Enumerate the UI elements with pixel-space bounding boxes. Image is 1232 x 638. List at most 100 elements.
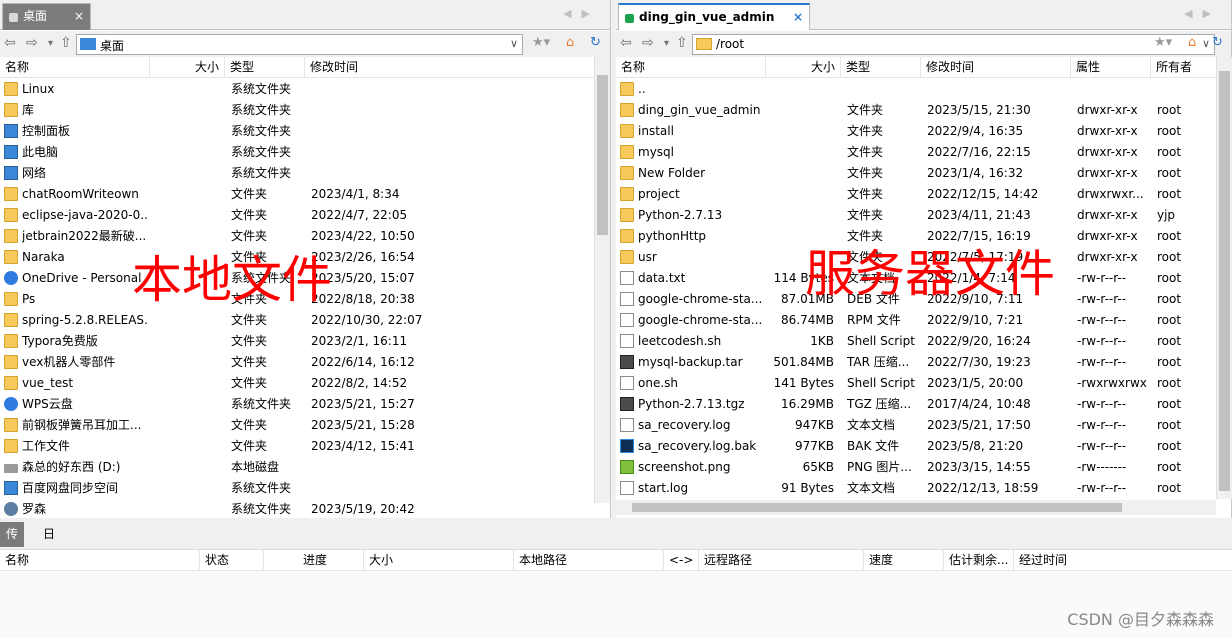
scrollbar-thumb[interactable] <box>1219 71 1230 491</box>
col-attributes[interactable]: 属性 <box>1071 57 1151 78</box>
close-icon[interactable]: × <box>793 5 803 30</box>
cell-mtime: 2022/7/16, 22:15 <box>927 145 1031 159</box>
chevron-down-icon[interactable]: ▾ <box>664 38 669 49</box>
cell-size <box>766 121 834 142</box>
file-row[interactable]: 库 系统文件夹 <box>0 100 595 121</box>
col-local-path[interactable]: 本地路径 <box>514 550 664 571</box>
tab-log[interactable]: 日志 <box>37 522 61 566</box>
file-row[interactable]: eclipse-java-2020-0... 文件夹 2022/4/7, 22:05 <box>0 205 595 226</box>
file-row[interactable]: .. <box>616 79 1216 100</box>
back-icon[interactable]: ⇦ <box>620 35 632 51</box>
file-row[interactable]: ding_gin_vue_admin 文件夹 2023/5/15, 21:30 drw… <box>616 100 1216 121</box>
col-mtime[interactable]: 修改时间 <box>305 57 595 78</box>
chevron-down-icon[interactable]: ▾ <box>48 38 53 49</box>
transfer-column-header: 名称 状态 进度 大小 本地路径 <-> 远程路径 速度 估计剩余... 经过时… <box>0 549 1232 571</box>
refresh-icon[interactable]: ↻ <box>1212 35 1223 50</box>
col-eta[interactable]: 估计剩余... <box>944 550 1014 571</box>
col-elapsed[interactable]: 经过时间 <box>1014 550 1232 571</box>
col-owner[interactable]: 所有者 <box>1151 57 1216 78</box>
col-progress[interactable]: 进度 <box>298 550 364 571</box>
col-name[interactable]: 名称 <box>0 550 200 571</box>
col-type[interactable]: 类型 <box>841 57 921 78</box>
file-row[interactable]: Python-2.7.13 文件夹 2023/4/11, 21:43 drwxr-xr… <box>616 205 1216 226</box>
file-row[interactable]: chatRoomWriteown 文件夹 2023/4/1, 8:34 <box>0 184 595 205</box>
file-row[interactable]: 此电脑 系统文件夹 <box>0 142 595 163</box>
file-row[interactable]: 控制面板 系统文件夹 <box>0 121 595 142</box>
file-row[interactable]: Python-2.7.13.tgz 16.29MB TGZ 压缩... 2017/4/… <box>616 394 1216 415</box>
file-row[interactable]: sa_recovery.log 947KB 文本文档 2023/5/21, 17:50… <box>616 415 1216 436</box>
file-row[interactable]: jetbrain2022最新破... 文件夹 2023/4/22, 10:50 <box>0 226 595 247</box>
col-size[interactable]: 大小 <box>766 57 841 78</box>
back-icon[interactable]: ⇦ <box>4 35 16 51</box>
tab-remote-session[interactable]: ding_gin_vue_admin × <box>618 3 810 30</box>
file-row[interactable]: 工作文件 文件夹 2023/4/12, 15:41 <box>0 436 595 457</box>
refresh-icon[interactable]: ↻ <box>590 35 601 50</box>
file-row[interactable]: sa_recovery.log.bak 977KB BAK 文件 2023/5/8, … <box>616 436 1216 457</box>
col-name[interactable]: 名称 <box>0 57 150 78</box>
forward-icon[interactable]: ⇨ <box>642 35 654 51</box>
local-path-input[interactable]: 桌面 ∨ <box>76 34 523 55</box>
file-row[interactable]: spring-5.2.8.RELEAS... 文件夹 2022/10/30, 22:… <box>0 310 595 331</box>
file-row[interactable]: one.sh 141 Bytes Shell Script 2023/1/5, 20:… <box>616 373 1216 394</box>
file-row[interactable]: 网络 系统文件夹 <box>0 163 595 184</box>
col-size[interactable]: 大小 <box>364 550 514 571</box>
file-row[interactable]: 前钢板弹簧吊耳加工... 文件夹 2023/5/21, 15:28 <box>0 415 595 436</box>
cell-name: mysql-backup.tar <box>638 355 743 369</box>
cell-size <box>766 205 834 226</box>
file-row[interactable]: start.log 91 Bytes 文本文档 2022/12/13, 18:59 -r… <box>616 478 1216 499</box>
up-icon[interactable]: ⇧ <box>676 35 688 51</box>
up-icon[interactable]: ⇧ <box>60 35 72 51</box>
file-row[interactable]: leetcodesh.sh 1KB Shell Script 2022/9/20, 1… <box>616 331 1216 352</box>
col-speed[interactable]: 速度 <box>864 550 944 571</box>
close-icon[interactable]: × <box>74 4 84 29</box>
file-row[interactable]: install 文件夹 2022/9/4, 16:35 drwxr-xr-x root <box>616 121 1216 142</box>
cell-size <box>150 163 220 184</box>
col-type[interactable]: 类型 <box>225 57 305 78</box>
file-row[interactable]: project 文件夹 2022/12/15, 14:42 drwxrwxr... ro… <box>616 184 1216 205</box>
tab-transfer[interactable]: 传输 <box>0 522 25 566</box>
col-status[interactable]: 状态 <box>200 550 264 571</box>
chevron-down-icon[interactable]: ∨ <box>1202 37 1210 50</box>
tab-local-desktop[interactable]: 桌面 × <box>2 3 91 30</box>
file-row[interactable]: vue_test 文件夹 2022/8/2, 14:52 <box>0 373 595 394</box>
bookmark-star-icon[interactable]: ★▾ <box>1154 35 1172 50</box>
tab-scroll-arrows[interactable]: ◀▶ <box>1184 7 1221 20</box>
file-row[interactable]: google-chrome-sta... 86.74MB RPM 文件 2022/9/… <box>616 310 1216 331</box>
file-row[interactable]: Typora免费版 文件夹 2023/2/1, 16:11 <box>0 331 595 352</box>
folder-icon <box>4 187 18 201</box>
col-direction[interactable]: <-> <box>664 550 699 571</box>
file-row[interactable]: vex机器人零部件 文件夹 2022/6/14, 16:12 <box>0 352 595 373</box>
file-row[interactable]: mysql 文件夹 2022/7/16, 22:15 drwxr-xr-x root <box>616 142 1216 163</box>
cell-name: 网络 <box>22 166 47 180</box>
file-row[interactable]: mysql-backup.tar 501.84MB TAR 压缩... 2022/7/… <box>616 352 1216 373</box>
file-row[interactable]: 森总的好东西 (D:) 本地磁盘 <box>0 457 595 478</box>
home-icon[interactable]: ⌂ <box>566 35 574 50</box>
local-vertical-scrollbar[interactable] <box>594 57 610 503</box>
scrollbar-thumb[interactable] <box>597 75 608 235</box>
scrollbar-thumb[interactable] <box>632 503 1122 512</box>
file-row[interactable]: 百度网盘同步空间 系统文件夹 <box>0 478 595 499</box>
cell-mtime <box>311 163 461 184</box>
remote-path-input[interactable]: /root ∨ <box>692 34 1215 55</box>
bookmark-star-icon[interactable]: ★▾ <box>532 35 550 50</box>
remote-horizontal-scrollbar[interactable] <box>616 500 1216 515</box>
tab-scroll-arrows[interactable]: ◀▶ <box>563 7 600 20</box>
col-name[interactable]: 名称 <box>616 57 766 78</box>
col-remote-path[interactable]: 远程路径 <box>699 550 864 571</box>
home-icon[interactable]: ⌂ <box>1188 35 1196 50</box>
file-row[interactable]: Linux 系统文件夹 <box>0 79 595 100</box>
file-row[interactable]: screenshot.png 65KB PNG 图片... 2023/3/15, 14… <box>616 457 1216 478</box>
folder-icon <box>4 439 18 453</box>
file-row[interactable]: New Folder 文件夹 2023/1/4, 16:32 drwxr-xr-x ro… <box>616 163 1216 184</box>
remote-vertical-scrollbar[interactable] <box>1216 57 1232 499</box>
folder-icon <box>4 82 18 96</box>
chevron-down-icon[interactable]: ∨ <box>510 37 518 50</box>
file-row[interactable]: 罗森 系统文件夹 2023/5/19, 20:42 <box>0 499 595 518</box>
cell-name: 库 <box>22 103 35 117</box>
file-row[interactable]: WPS云盘 系统文件夹 2023/5/21, 15:27 <box>0 394 595 415</box>
col-size[interactable]: 大小 <box>150 57 225 78</box>
col-mtime[interactable]: 修改时间 <box>921 57 1071 78</box>
forward-icon[interactable]: ⇨ <box>26 35 38 51</box>
cell-size: 947KB <box>794 418 834 432</box>
cell-mtime: 2023/5/15, 21:30 <box>927 103 1031 117</box>
